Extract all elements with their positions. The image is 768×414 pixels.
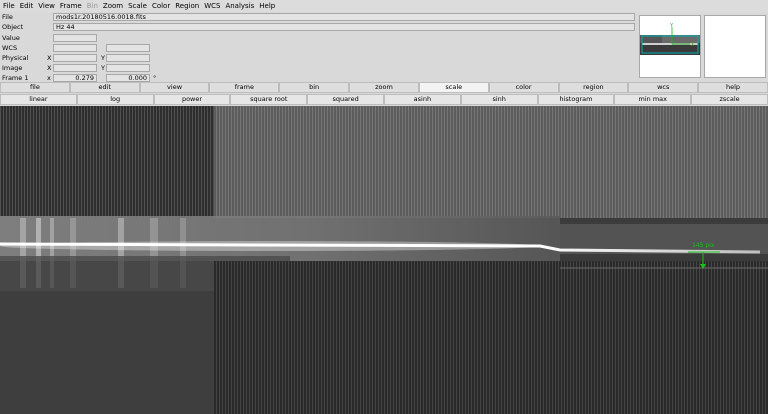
scale-sinh-button[interactable]: sinh xyxy=(460,94,538,105)
object-field: Hz 44 xyxy=(53,23,635,31)
menu-bar: File Edit View Frame Bin Zoom Scale Color Region… xyxy=(0,0,768,12)
zoom-field: 0.279 xyxy=(53,74,97,82)
help-button[interactable]: help xyxy=(698,82,768,93)
menu-zoom[interactable]: Zoom xyxy=(103,0,123,12)
scale-zscale-button[interactable]: zscale xyxy=(691,94,768,105)
wcs-button[interactable]: wcs xyxy=(628,82,699,93)
value-row: Value xyxy=(0,34,636,43)
menu-file[interactable]: File xyxy=(3,0,15,12)
image-y-field xyxy=(106,64,150,72)
wcs-y-field xyxy=(106,44,150,52)
wcs-x-field xyxy=(53,44,97,52)
scale-log-button[interactable]: log xyxy=(76,94,154,105)
menu-bin[interactable]: Bin xyxy=(87,0,98,12)
view-button[interactable]: view xyxy=(139,82,210,93)
magnifier-view xyxy=(704,15,766,78)
file-label: File xyxy=(2,13,13,21)
image-canvas[interactable]: 145 pix xyxy=(0,106,768,414)
main-button-bar: file edit view frame bin zoom scale color region… xyxy=(0,82,768,94)
value-label: Value xyxy=(2,34,20,42)
menu-wcs[interactable]: WCS xyxy=(204,0,220,12)
edit-button[interactable]: edit xyxy=(69,82,140,93)
scale-squared-button[interactable]: squared xyxy=(307,94,384,105)
scale-power-button[interactable]: power xyxy=(153,94,231,105)
physical-y-field xyxy=(106,54,150,62)
object-row: Object Hz 44 xyxy=(0,23,636,32)
file-button[interactable]: file xyxy=(0,82,70,93)
physical-label: Physical xyxy=(2,54,29,62)
physical-x-field xyxy=(53,54,97,62)
svg-text:Y: Y xyxy=(669,23,674,29)
bin-button[interactable]: bin xyxy=(279,82,350,93)
menu-analysis[interactable]: Analysis xyxy=(225,0,254,12)
value-field xyxy=(53,34,97,42)
info-panel: File mods1r.20180516.0018.fits Object Hz… xyxy=(0,13,636,82)
scale-histogram-button[interactable]: histogram xyxy=(537,94,615,105)
physical-x-label: X xyxy=(47,54,52,62)
scale-button[interactable]: scale xyxy=(418,82,489,93)
file-row: File mods1r.20180516.0018.fits xyxy=(0,13,636,22)
image-label: Image xyxy=(2,64,23,72)
menu-color[interactable]: Color xyxy=(152,0,170,12)
wcs-row: WCS xyxy=(0,44,636,53)
spectrum-image: 145 pix xyxy=(0,106,768,414)
scale-min-max-button[interactable]: min max xyxy=(614,94,692,105)
menu-scale[interactable]: Scale xyxy=(128,0,147,12)
scale-square-root-button[interactable]: square root xyxy=(230,94,308,105)
menu-frame[interactable]: Frame xyxy=(60,0,82,12)
physical-y-label: Y xyxy=(101,54,105,62)
menu-region[interactable]: Region xyxy=(175,0,199,12)
zoom-button[interactable]: zoom xyxy=(349,82,419,93)
panner-view[interactable]: Y X xyxy=(639,15,701,78)
panner-image: Y X xyxy=(640,23,700,55)
scale-button-bar: linear log power square root squared asinh sin… xyxy=(0,94,768,106)
image-x-field xyxy=(53,64,97,72)
physical-row: Physical X Y xyxy=(0,54,636,63)
wcs-label: WCS xyxy=(2,44,18,52)
angle-field: 0.000 xyxy=(106,74,150,82)
region-label: 145 pix xyxy=(692,242,715,249)
file-field: mods1r.20180516.0018.fits xyxy=(53,13,635,21)
frame-button[interactable]: frame xyxy=(209,82,280,93)
menu-edit[interactable]: Edit xyxy=(20,0,34,12)
region-button[interactable]: region xyxy=(558,82,629,93)
color-button[interactable]: color xyxy=(488,82,559,93)
image-y-label: Y xyxy=(101,64,105,72)
image-row: Image X Y xyxy=(0,64,636,73)
menu-view[interactable]: View xyxy=(38,0,55,12)
image-x-label: X xyxy=(47,64,52,72)
scale-linear-button[interactable]: linear xyxy=(0,94,77,105)
svg-text:X: X xyxy=(691,42,695,48)
scale-asinh-button[interactable]: asinh xyxy=(383,94,461,105)
menu-help[interactable]: Help xyxy=(259,0,275,12)
object-label: Object xyxy=(2,23,24,31)
